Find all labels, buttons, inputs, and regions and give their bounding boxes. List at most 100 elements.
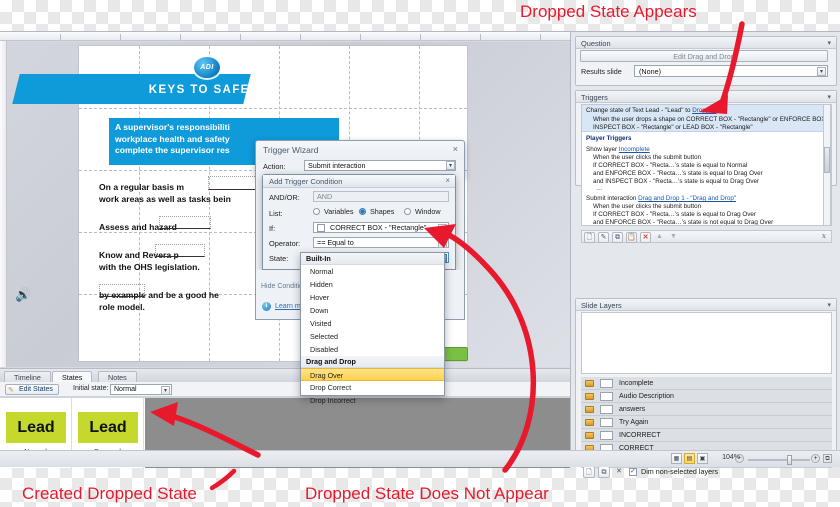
chevron-down-icon[interactable]: ▾ xyxy=(161,386,170,395)
close-icon[interactable]: × xyxy=(453,144,458,154)
zoom-slider-thumb[interactable] xyxy=(787,455,792,465)
slide-title-text: KEYS TO SAFETY xyxy=(148,84,268,96)
state-thumbnail: Lead xyxy=(6,412,66,443)
delete-trigger-icon[interactable]: ✕ xyxy=(640,232,651,243)
slide-layers-header[interactable]: Slide Layers ▾ xyxy=(576,299,836,311)
drop-blank-4[interactable] xyxy=(99,284,145,297)
triggers-list[interactable]: Change state of Text Lead - "Lead" to Dr… xyxy=(581,104,832,226)
trigger-detail-line: and ENFORCE BOX - "Recta…’s state is not… xyxy=(593,219,774,226)
checkbox-icon[interactable] xyxy=(317,224,325,232)
layer-thumbnail xyxy=(600,392,613,401)
trigger-detail-line: and ENFORCE BOX - "Recta…’s state is equ… xyxy=(593,170,763,177)
question-panel-title: Question xyxy=(581,39,611,48)
zoom-in-button[interactable]: + xyxy=(811,454,820,463)
layer-name: INCORRECT xyxy=(619,432,661,439)
initial-state-select[interactable]: Normal ▾ xyxy=(110,384,172,395)
drop-blank-2[interactable] xyxy=(159,216,211,229)
dropdown-group-draganddrop: Drag and Drop xyxy=(301,356,444,368)
layer-name: Audio Description xyxy=(619,393,674,400)
operator-select[interactable]: == Equal to ▾ xyxy=(313,237,449,248)
duplicate-layer-icon[interactable]: ⧉ xyxy=(598,466,610,478)
story-view-icon[interactable]: ▤ xyxy=(684,453,695,464)
dropdown-item-drop-correct[interactable]: Drop Correct xyxy=(301,381,444,394)
action-select[interactable]: Submit interaction xyxy=(304,160,456,171)
new-layer-icon[interactable]: 🗋 xyxy=(583,466,595,478)
dropdown-item-hover[interactable]: Hover xyxy=(301,291,444,304)
radio-window-label: Window xyxy=(415,207,441,216)
dropdown-item-hidden[interactable]: Hidden xyxy=(301,278,444,291)
eye-icon[interactable] xyxy=(585,406,594,413)
state-dropdown-list[interactable]: Built-In Normal Hidden Hover Down Visite… xyxy=(300,252,445,405)
delete-layer-icon[interactable]: ✕ xyxy=(613,466,625,478)
trigger-head-submit-interaction[interactable]: Submit interaction Drag and Drop 1 - "Dr… xyxy=(586,195,736,203)
radio-variables[interactable] xyxy=(313,208,320,215)
dropdown-item-normal[interactable]: Normal xyxy=(301,265,444,278)
dropdown-item-down[interactable]: Down xyxy=(301,304,444,317)
radio-variables-label: Variables xyxy=(324,207,354,216)
layer-link[interactable]: Incomplete xyxy=(619,146,650,153)
chevron-down-icon[interactable]: ▾ xyxy=(827,301,831,309)
chevron-down-icon[interactable]: ▾ xyxy=(827,93,831,101)
dropdown-item-drag-over[interactable]: Drag Over xyxy=(301,368,444,381)
edit-trigger-icon[interactable]: ✎ xyxy=(598,232,609,243)
scrollbar-thumb[interactable] xyxy=(824,147,830,173)
eye-icon[interactable] xyxy=(585,380,594,387)
triggers-panel-title: Triggers xyxy=(581,93,608,102)
layer-thumbnail xyxy=(600,405,613,414)
eye-icon[interactable] xyxy=(585,419,594,426)
triggers-panel-header[interactable]: Triggers ▾ xyxy=(576,91,836,103)
initial-state-value: Normal xyxy=(114,386,137,393)
layer-row-incorrect[interactable]: INCORRECT xyxy=(581,429,832,442)
slide-master-icon[interactable]: ▣ xyxy=(697,453,708,464)
screenshot-root: KEYS TO SAFETY ADI A supervisor's respon… xyxy=(0,0,840,507)
dropdown-item-disabled[interactable]: Disabled xyxy=(301,343,444,356)
eye-icon[interactable] xyxy=(585,432,594,439)
new-trigger-icon[interactable]: 🗋 xyxy=(584,232,595,243)
eye-icon[interactable] xyxy=(585,393,594,400)
trigger-head-change-state[interactable]: Change state of Text Lead - "Lead" to Dr… xyxy=(586,107,716,115)
move-down-icon[interactable]: ▼ xyxy=(668,232,679,243)
annotation-dropped-state-does-not-appear: Dropped State Does Not Appear xyxy=(305,484,549,503)
dropdown-item-selected[interactable]: Selected xyxy=(301,330,444,343)
dim-layers-label: Dim non-selected layers xyxy=(641,467,719,476)
copy-trigger-icon[interactable]: ⧉ xyxy=(612,232,623,243)
expand-icon[interactable]: 𝕩 xyxy=(818,232,829,243)
zoom-out-button[interactable]: − xyxy=(735,454,744,463)
if-value: CORRECT BOX - "Rectangle" xyxy=(330,223,427,232)
if-select[interactable]: CORRECT BOX - "Rectangle" ▾ xyxy=(313,222,449,233)
trigger-ellipsis: … xyxy=(596,185,603,192)
triggers-scrollbar[interactable] xyxy=(823,104,831,226)
dropdown-item-drop-incorrect[interactable]: Drop Incorrect xyxy=(301,394,444,407)
interaction-link[interactable]: Drag and Drop 1 - "Drag and Drop" xyxy=(638,195,736,202)
trigger-head-show-layer[interactable]: Show layer Incomplete xyxy=(586,146,650,154)
slide-layers-footer: 🗋 ⧉ ✕ ✓ Dim non-selected layers xyxy=(581,465,832,479)
chevron-down-icon[interactable]: ▾ xyxy=(438,239,447,248)
layer-row-audio-description[interactable]: Audio Description xyxy=(581,390,832,403)
layer-row-answers[interactable]: answers xyxy=(581,403,832,416)
results-slide-select[interactable]: (None) ▾ xyxy=(634,65,828,77)
chevron-down-icon[interactable]: ▾ xyxy=(817,67,826,76)
dropdown-item-visited[interactable]: Visited xyxy=(301,317,444,330)
dropped-state-link[interactable]: Dropped xyxy=(692,107,716,114)
drop-blank-3[interactable] xyxy=(155,244,205,257)
zoom-slider[interactable] xyxy=(748,459,810,461)
paste-trigger-icon[interactable]: 📋 xyxy=(626,232,637,243)
edit-drag-and-drop-button[interactable]: Edit Drag and Drop xyxy=(580,50,828,62)
radio-shapes[interactable] xyxy=(359,208,366,215)
layer-row-try-again[interactable]: Try Again xyxy=(581,416,832,429)
chevron-down-icon[interactable]: ▾ xyxy=(827,39,831,47)
close-icon[interactable]: × xyxy=(445,176,450,185)
trigger-head-text: Show layer xyxy=(586,146,619,153)
chevron-down-icon[interactable]: ▾ xyxy=(438,224,447,233)
question-panel-header[interactable]: Question ▾ xyxy=(576,37,836,49)
triggers-panel: Triggers ▾ Change state of Text Lead - "… xyxy=(575,90,837,243)
list-label: List: xyxy=(269,209,283,218)
layer-row-incomplete[interactable]: Incomplete xyxy=(581,377,832,390)
normal-view-icon[interactable]: ▦ xyxy=(671,453,682,464)
radio-window[interactable] xyxy=(404,208,411,215)
bottom-panel-tabs: Timeline States Notes xyxy=(0,368,570,383)
fit-to-window-icon[interactable]: ⧉ xyxy=(823,454,832,463)
right-sidebar: Question ▾ Edit Drag and Drop Results sl… xyxy=(570,32,840,478)
chevron-down-icon[interactable]: ▾ xyxy=(446,161,455,170)
move-up-icon[interactable]: ▲ xyxy=(654,232,665,243)
